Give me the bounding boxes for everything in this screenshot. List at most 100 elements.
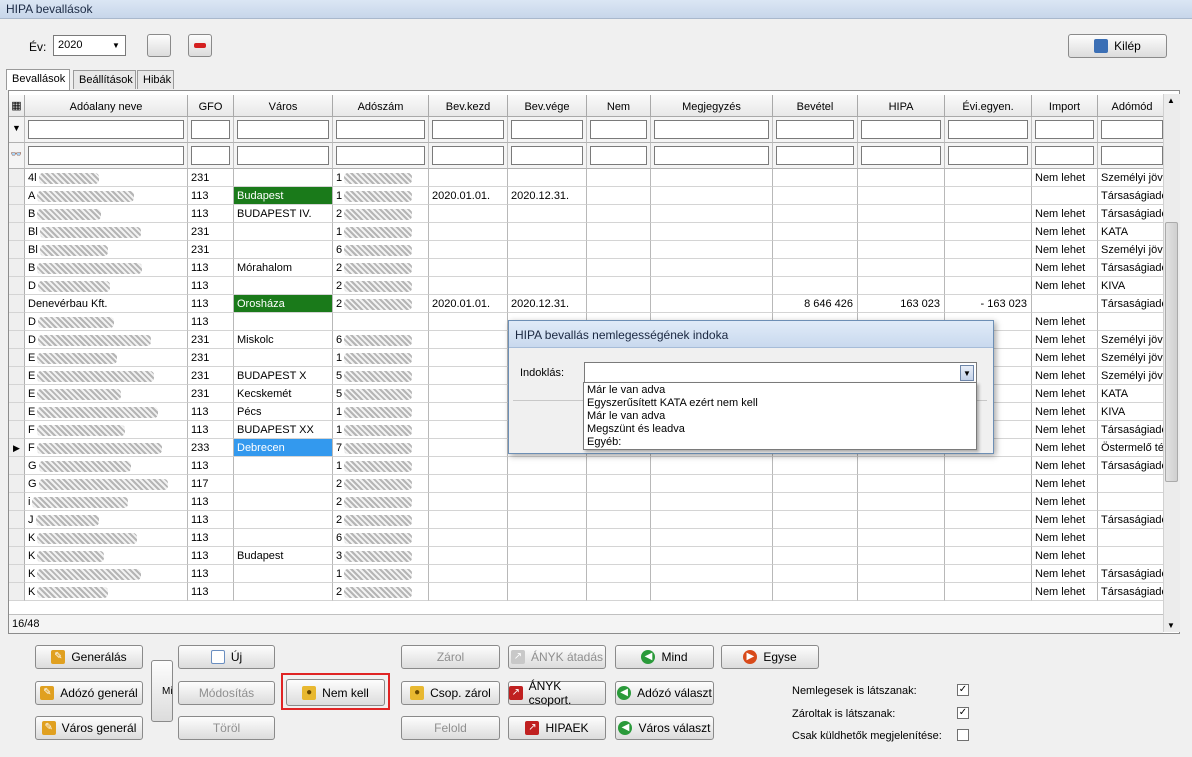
table-row[interactable]: Bl 231 6 Nem lehet Személyi jöve: [9, 241, 1164, 259]
group-lock-label: Csop. zárol: [430, 686, 491, 700]
city-generate-button[interactable]: ✎ Város generál: [35, 716, 143, 740]
table-row[interactable]: G 117 2 Nem lehet: [9, 475, 1164, 493]
table-row[interactable]: B 113 Mórahalom 2 Nem lehet Társaságiadó: [9, 259, 1164, 277]
filter-input[interactable]: [1035, 120, 1094, 139]
filter-input[interactable]: [948, 146, 1028, 165]
vertical-scrollbar[interactable]: ▲ ▼: [1163, 94, 1180, 632]
reason-option[interactable]: Már le van adva: [587, 384, 665, 396]
column-header[interactable]: Bev.vége: [508, 95, 587, 117]
column-header[interactable]: Évi.egyen.: [945, 95, 1032, 117]
filter-input[interactable]: [336, 146, 425, 165]
table-row[interactable]: K 113 1 Nem lehet Társaságiadó: [9, 565, 1164, 583]
column-header[interactable]: Bevétel: [773, 95, 858, 117]
modify-button[interactable]: Módosítás: [178, 681, 275, 705]
table-cell-note: [651, 241, 773, 259]
filter-input[interactable]: [1101, 120, 1163, 139]
filter-input[interactable]: [776, 120, 854, 139]
reason-option[interactable]: Egyéb:: [587, 436, 621, 448]
filter-input[interactable]: [237, 146, 329, 165]
lock-button[interactable]: Zárol: [401, 645, 500, 669]
taxpayer-select-button[interactable]: ◀ Adózó választ: [615, 681, 714, 705]
hipaek-button[interactable]: ↗ HIPAEK: [508, 716, 606, 740]
filter-input[interactable]: [776, 146, 854, 165]
tab-hibak[interactable]: Hibák: [137, 70, 174, 89]
scroll-thumb[interactable]: [1165, 222, 1178, 482]
column-header[interactable]: GFO: [188, 95, 234, 117]
filter-input[interactable]: [1101, 146, 1163, 165]
filter-input[interactable]: [511, 120, 583, 139]
table-row[interactable]: K 113 Budapest 3 Nem lehet: [9, 547, 1164, 565]
filter-input[interactable]: [237, 120, 329, 139]
filter-input[interactable]: [861, 120, 941, 139]
cell-text: Társaságiadó: [1101, 586, 1164, 598]
anyk-transfer-button[interactable]: ↗ ÁNYK átadás: [508, 645, 606, 669]
reason-option[interactable]: Már le van adva: [587, 410, 665, 422]
filter-input[interactable]: [861, 146, 941, 165]
unlock-button[interactable]: Felold: [401, 716, 500, 740]
filter-input[interactable]: [432, 146, 504, 165]
exit-button[interactable]: Kilép: [1068, 34, 1167, 58]
table-row[interactable]: K 113 6 Nem lehet: [9, 529, 1164, 547]
column-header[interactable]: HIPA: [858, 95, 945, 117]
tab-bevallasok[interactable]: Bevallások: [6, 69, 70, 90]
generate-button[interactable]: ✎ Generálás: [35, 645, 143, 669]
filter-input[interactable]: [1035, 146, 1094, 165]
column-header[interactable]: Adószám: [333, 95, 429, 117]
taxpayer-generate-button[interactable]: ✎ Adózó generál: [35, 681, 143, 705]
city-select-button[interactable]: ◀ Város választ: [615, 716, 714, 740]
filter-input[interactable]: [191, 146, 230, 165]
filter-input[interactable]: [28, 120, 184, 139]
record-count: 16/48: [12, 618, 40, 630]
filter-input[interactable]: [432, 120, 504, 139]
reason-select[interactable]: ▼: [584, 362, 977, 383]
table-cell-nem: [587, 493, 651, 511]
column-header[interactable]: Város: [234, 95, 333, 117]
table-row[interactable]: J 113 2 Nem lehet Társaságiadó: [9, 511, 1164, 529]
filter-input[interactable]: [948, 120, 1028, 139]
cell-text: 2: [336, 280, 343, 292]
table-row[interactable]: Bl 231 1 Nem lehet KATA: [9, 223, 1164, 241]
group-lock-button[interactable]: ● Csop. zárol: [401, 681, 500, 705]
tab-beallitasok[interactable]: Beállítások: [73, 70, 136, 89]
table-row[interactable]: A 113 Budapest 1 2020.01.01. 2020.12.31. Társa…: [9, 187, 1164, 205]
filter-input[interactable]: [191, 120, 230, 139]
show-negatives-checkbox[interactable]: ✓: [957, 684, 969, 696]
only-sendable-checkbox[interactable]: [957, 729, 969, 741]
column-header[interactable]: Megjegyzés: [651, 95, 773, 117]
column-header[interactable]: Bev.kezd: [429, 95, 508, 117]
column-header[interactable]: Adómód: [1098, 95, 1167, 117]
anyk-group-button[interactable]: ↗ ÁNYK csoport.: [508, 679, 606, 707]
filter-input[interactable]: [590, 146, 647, 165]
reason-option[interactable]: Megszünt és leadva: [587, 423, 685, 435]
table-row[interactable]: i 113 2 Nem lehet: [9, 493, 1164, 511]
table-row[interactable]: B 113 BUDAPEST IV. 2 Nem lehet Társaságiadó: [9, 205, 1164, 223]
select-none-button[interactable]: ▶ Egyse: [721, 645, 819, 669]
remove-year-button[interactable]: [188, 34, 212, 57]
year-select[interactable]: 2020 ▼: [53, 35, 126, 56]
filter-input[interactable]: [336, 120, 425, 139]
table-cell-end: 2020.12.31.: [508, 187, 587, 205]
table-row[interactable]: K 113 2 Nem lehet Társaságiadó: [9, 583, 1164, 601]
filter-input[interactable]: [28, 146, 184, 165]
show-locked-checkbox[interactable]: ✓: [957, 707, 969, 719]
grid-settings-icon[interactable]: ▦: [9, 95, 25, 117]
delete-button[interactable]: Töröl: [178, 716, 275, 740]
select-all-button[interactable]: ◀ Mind: [615, 645, 714, 669]
filter-input[interactable]: [654, 120, 769, 139]
table-row[interactable]: Denevérbau Kft. 113 Orosháza 2 2020.01.01. 20…: [9, 295, 1164, 313]
mi-button[interactable]: Mi: [151, 660, 173, 722]
new-button[interactable]: Új: [178, 645, 275, 669]
column-header[interactable]: Import: [1032, 95, 1098, 117]
filter-input[interactable]: [590, 120, 647, 139]
table-row[interactable]: 4l 231 1 Nem lehet Személyi jöve: [9, 169, 1164, 187]
table-row[interactable]: G 113 1 Nem lehet Társaságiadó: [9, 457, 1164, 475]
redacted-text: [344, 478, 413, 490]
add-year-button[interactable]: [147, 34, 171, 57]
column-header[interactable]: Nem: [587, 95, 651, 117]
reason-option[interactable]: Egyszerűsített KATA ezért nem kell: [587, 397, 758, 409]
table-row[interactable]: D 113 2 Nem lehet KIVA: [9, 277, 1164, 295]
filter-input[interactable]: [511, 146, 583, 165]
filter-input[interactable]: [654, 146, 769, 165]
column-header[interactable]: Adóalany neve: [25, 95, 188, 117]
redacted-text: [344, 190, 413, 202]
